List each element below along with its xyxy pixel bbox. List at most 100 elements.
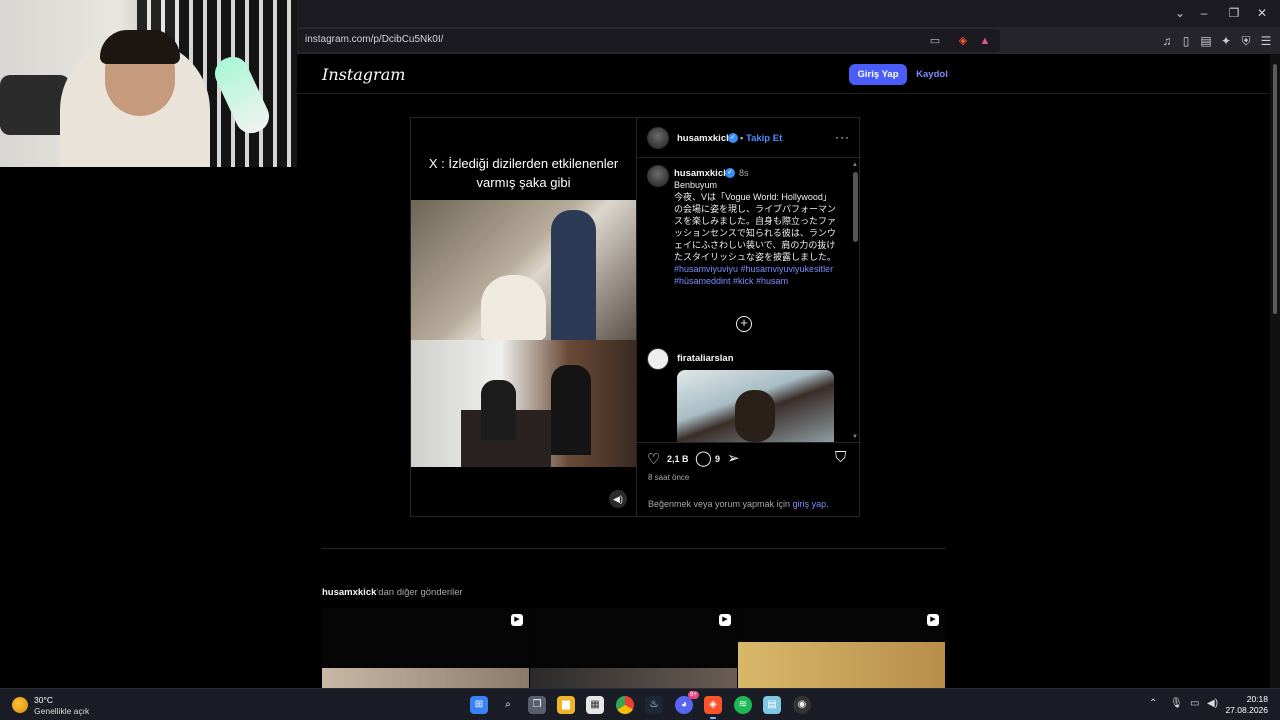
comment-icon[interactable]: ◯ [695,449,712,467]
chrome-icon[interactable] [616,696,634,714]
taskbar: 30°C Genellikle açık ⊞ ⌕ ❐ ▆ ▦ ♨ ◕ 9+ ◈ … [0,688,1280,720]
obs-icon[interactable]: ◉ [793,696,811,714]
video-caption-line-2: varmış şaka gibi [476,175,571,190]
caption-text: Benbuyum 今夜、Vは「Vogue World: Hollywood」の会… [674,179,839,287]
microphone-icon[interactable]: 🎙︎ [1170,698,1183,709]
close-button[interactable]: ✕ [1252,5,1272,22]
brave-rewards-icon[interactable]: ▲ [977,33,993,49]
clock[interactable]: 20:18 27.08.2026 [1225,694,1268,716]
more-post-thumbnail[interactable]: ▶ [322,608,529,688]
plus-circle-icon[interactable]: + [736,316,752,332]
caption-body: 今夜、Vは「Vogue World: Hollywood」の会場に姿を現し、ライ… [674,192,837,262]
vpn-icon[interactable]: ⛨ [1238,33,1254,49]
thumbnail-image [738,642,945,688]
browser-window: ⌄ – ❐ ✕ instagram.com/p/DcibCu5Nk0I/ ▭ ◈… [297,0,1280,688]
network-icon[interactable]: ▭ [1190,698,1199,709]
weather-description[interactable]: Genellikle açık [34,706,89,716]
video-frame-bottom [411,340,636,467]
comments-scrollbar[interactable]: ▲ ▼ [852,162,860,442]
instagram-logo[interactable]: Instagram [322,65,405,84]
tray-overflow-icon[interactable]: ⌃ [1149,698,1157,709]
reel-icon: ▶ [927,614,939,626]
title-bar: ⌄ – ❐ ✕ [297,0,1280,27]
brave-shield-icon[interactable]: ◈ [955,33,971,49]
minimize-button[interactable]: – [1194,5,1214,22]
follow-button[interactable]: Takip Et [746,133,782,144]
volume-icon[interactable]: ◀) [609,490,627,508]
steam-icon[interactable]: ♨ [645,696,663,714]
caption-hashtags[interactable]: #husamviyuviyu #husamviyuviyukesitler #h… [674,263,839,287]
file-explorer-icon[interactable]: ▆ [557,696,575,714]
author-name[interactable]: husamxkick [677,133,731,144]
caption-author[interactable]: husamxkick [674,168,728,179]
like-count: 2,1 B [667,454,689,464]
post-header: husamxkick ✓ • Takip Et ··· [637,118,861,158]
share-icon[interactable]: ➢ [727,449,740,467]
more-post-thumbnail[interactable]: ▶ [738,608,945,688]
post-time: 8 saat önce [648,473,690,482]
comment-author[interactable]: firataliarslan [677,353,734,364]
more-posts-title: husamxkick'dan diğer gönderiler [322,587,463,598]
spotify-icon[interactable]: ≋ [734,696,752,714]
sidebar-icon[interactable]: ▯ [1178,33,1194,49]
notepad-icon[interactable]: ▤ [763,696,781,714]
comment-image [677,370,834,442]
bookmark-icon[interactable]: ⛉ [835,449,846,466]
page-scroll-thumb[interactable] [1273,64,1277,314]
address-bar[interactable]: instagram.com/p/DcibCu5Nk0I/ ▭ ◈ ▲ [297,29,1000,52]
heart-icon[interactable]: ♡ [647,450,660,468]
more-options-icon[interactable]: ··· [835,130,850,144]
leo-ai-icon[interactable]: ✦ [1218,33,1234,49]
login-link[interactable]: giriş yap [793,499,827,509]
screen: ⌄ – ❐ ✕ instagram.com/p/DcibCu5Nk0I/ ▭ ◈… [0,0,1280,720]
brave-icon[interactable]: ◈ [704,696,722,714]
video-caption-line-1: X : İzlediği dizilerden etkilenenler [428,156,619,171]
caption-time: 8s [739,168,749,178]
author-avatar[interactable] [647,127,669,149]
comments-scroll-thumb[interactable] [853,172,858,242]
weather-temperature[interactable]: 30°C [34,695,53,705]
scroll-up-icon[interactable]: ▲ [852,162,858,168]
task-view-icon[interactable]: ❐ [528,696,546,714]
start-icon[interactable]: ⊞ [470,696,488,714]
login-prompt-end: . [826,499,829,509]
weather-icon[interactable] [12,697,28,713]
reel-icon: ▶ [719,614,731,626]
instagram-page: Instagram Giriş Yap Kaydol X : İzlediği … [297,54,1280,688]
post-video[interactable]: X : İzlediği dizilerden etkilenenler var… [411,118,636,516]
webcam-streamer-hair [100,30,180,64]
section-divider [322,548,946,549]
media-icon[interactable]: ♫ [1159,33,1175,49]
volume-icon[interactable]: ◀) [1207,698,1218,709]
comment-image-person [735,390,775,442]
video-chair [481,275,546,340]
tab-list-button[interactable]: ⌄ [1170,5,1190,22]
restore-button[interactable]: ❐ [1224,5,1244,22]
instagram-header: Instagram Giriş Yap Kaydol [297,54,1270,94]
scroll-down-icon[interactable]: ▼ [852,434,858,440]
signup-button[interactable]: Kaydol [912,64,952,85]
menu-icon[interactable]: ☰ [1258,33,1274,49]
browser-toolbar: instagram.com/p/DcibCu5Nk0I/ ▭ ◈ ▲ ♫ ▯ ▤… [297,27,1280,54]
post-card: X : İzlediği dizilerden etkilenenler var… [410,117,861,517]
post-sidebar: husamxkick ✓ • Takip Et ··· husamxkick ✓… [636,118,861,516]
cast-icon[interactable]: ▭ [927,33,943,49]
page-scrollbar[interactable] [1270,54,1280,688]
wallet-icon[interactable]: ▤ [1198,33,1214,49]
search-icon[interactable]: ⌕ [499,696,517,714]
more-posts-author[interactable]: husamxkick [322,587,376,598]
more-post-thumbnail[interactable]: ▶ [530,608,737,688]
webcam-overlay [0,0,297,167]
login-button[interactable]: Giriş Yap [849,64,907,85]
active-app-indicator [710,717,716,719]
follow-separator: • [740,133,744,144]
login-prompt-text: Beğenmek veya yorum yapmak için [648,499,791,509]
login-prompt: Beğenmek veya yorum yapmak için giriş ya… [648,499,829,509]
thumbnail-image [530,668,737,688]
discord-badge: 9+ [688,691,699,699]
store-icon[interactable]: ▦ [586,696,604,714]
clock-time: 20:18 [1246,694,1268,704]
post-actions: ♡ 2,1 B ◯ 9 ➢ ⛉ 8 saat önce Beğenmek vey… [637,442,861,516]
caption-avatar[interactable] [647,165,669,187]
commenter-avatar[interactable] [647,348,669,370]
